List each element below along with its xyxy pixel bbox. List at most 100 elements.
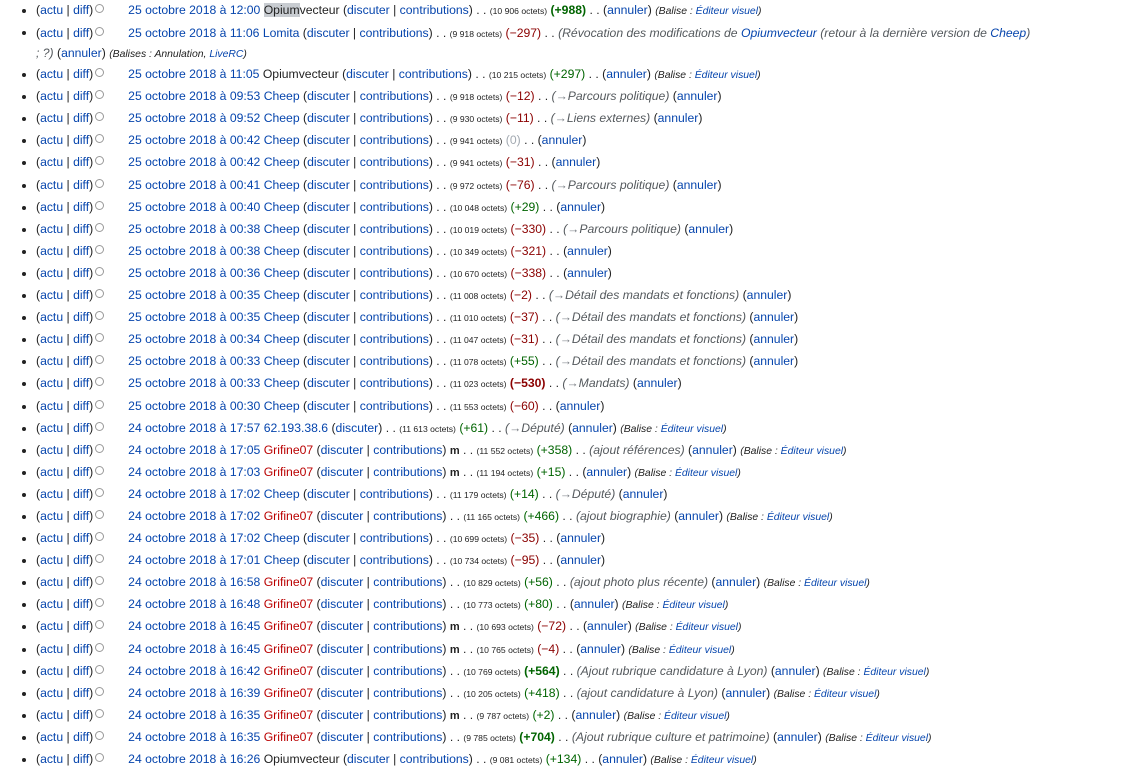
compare-radio[interactable] <box>95 399 105 409</box>
talk-link[interactable]: discuter <box>307 553 350 567</box>
undo-link[interactable]: annuler <box>606 67 647 81</box>
diff-link[interactable]: diff <box>73 155 89 169</box>
tag-liverc-link[interactable]: LiveRC <box>209 49 243 60</box>
revision-date-link[interactable]: 25 octobre 2018 à 00:35 <box>128 309 260 326</box>
revision-date-link[interactable]: 24 octobre 2018 à 16:58 <box>128 574 260 591</box>
revision-date-link[interactable]: 25 octobre 2018 à 00:34 <box>128 331 260 348</box>
user-link[interactable]: Grifine07 <box>264 465 313 479</box>
compare-radio[interactable] <box>95 708 105 718</box>
compare-radio[interactable] <box>95 509 105 519</box>
revision-date-link[interactable]: 25 octobre 2018 à 00:41 <box>128 177 260 194</box>
user-link[interactable]: Grifine07 <box>264 708 313 722</box>
compare-radio[interactable] <box>95 620 105 630</box>
talk-link[interactable]: discuter <box>307 376 350 390</box>
talk-link[interactable]: discuter <box>307 332 350 346</box>
compare-radio[interactable] <box>95 266 105 276</box>
compare-radio[interactable] <box>95 333 105 343</box>
contributions-link[interactable]: contributions <box>360 553 429 567</box>
contributions-link[interactable]: contributions <box>373 686 442 700</box>
actu-link[interactable]: actu <box>40 421 63 435</box>
compare-radio[interactable] <box>95 753 105 762</box>
compare-radio[interactable] <box>95 311 105 321</box>
actu-link[interactable]: actu <box>40 642 63 656</box>
talk-link[interactable]: discuter <box>307 288 350 302</box>
actu-link[interactable]: actu <box>40 244 63 258</box>
tag-visual-editor-link[interactable]: Éditeur visuel <box>695 70 757 81</box>
contributions-link[interactable]: contributions <box>360 244 429 258</box>
actu-link[interactable]: actu <box>40 178 63 192</box>
talk-link[interactable]: discuter <box>307 26 350 40</box>
undo-link[interactable]: annuler <box>572 421 613 435</box>
undo-link[interactable]: annuler <box>542 133 583 147</box>
diff-link[interactable]: diff <box>73 619 89 633</box>
contributions-link[interactable]: contributions <box>373 708 442 722</box>
undo-link[interactable]: annuler <box>61 46 102 60</box>
revision-date-link[interactable]: 25 octobre 2018 à 09:52 <box>128 110 260 127</box>
user-link[interactable]: Grifine07 <box>264 619 313 633</box>
diff-link[interactable]: diff <box>73 67 89 81</box>
actu-link[interactable]: actu <box>40 708 63 722</box>
compare-radio[interactable] <box>95 532 105 542</box>
compare-radio[interactable] <box>95 355 105 365</box>
undo-link[interactable]: annuler <box>775 664 816 678</box>
undo-link[interactable]: annuler <box>688 222 729 236</box>
undo-link[interactable]: annuler <box>677 89 718 103</box>
section-arrow-link[interactable]: → <box>560 354 572 368</box>
actu-link[interactable]: actu <box>40 443 63 457</box>
contributions-link[interactable]: contributions <box>373 465 442 479</box>
diff-link[interactable]: diff <box>73 553 89 567</box>
diff-link[interactable]: diff <box>73 597 89 611</box>
user-link[interactable]: Cheep <box>264 266 300 280</box>
revision-date-link[interactable]: 25 octobre 2018 à 00:42 <box>128 132 260 149</box>
compare-radio[interactable] <box>95 244 105 254</box>
section-arrow-link[interactable]: → <box>555 111 567 125</box>
contributions-link[interactable]: contributions <box>360 332 429 346</box>
revision-date-link[interactable]: 25 octobre 2018 à 11:05 <box>128 66 259 83</box>
revision-date-link[interactable]: 24 octobre 2018 à 16:35 <box>128 707 260 724</box>
actu-link[interactable]: actu <box>40 310 63 324</box>
revision-date-link[interactable]: 25 octobre 2018 à 00:33 <box>128 353 260 370</box>
compare-radio[interactable] <box>95 27 105 37</box>
diff-link[interactable]: diff <box>73 310 89 324</box>
revision-date-link[interactable]: 24 octobre 2018 à 16:39 <box>128 685 260 702</box>
revision-date-link[interactable]: 25 octobre 2018 à 12:00 <box>128 2 260 19</box>
actu-link[interactable]: actu <box>40 752 63 766</box>
undo-link[interactable]: annuler <box>567 266 608 280</box>
diff-link[interactable]: diff <box>73 178 89 192</box>
talk-link[interactable]: discuter <box>321 642 364 656</box>
talk-link[interactable]: discuter <box>321 686 364 700</box>
talk-link[interactable]: discuter <box>307 133 350 147</box>
diff-link[interactable]: diff <box>73 332 89 346</box>
undo-link[interactable]: annuler <box>607 3 648 17</box>
revision-date-link[interactable]: 24 octobre 2018 à 17:02 <box>128 508 260 525</box>
undo-link[interactable]: annuler <box>678 509 719 523</box>
compare-radio[interactable] <box>95 178 105 188</box>
user-link[interactable]: Cheep <box>264 553 300 567</box>
user-link[interactable]: Grifine07 <box>264 597 313 611</box>
compare-radio[interactable] <box>95 642 105 652</box>
revision-date-link[interactable]: 25 octobre 2018 à 00:38 <box>128 243 260 260</box>
talk-link[interactable]: discuter <box>347 3 390 17</box>
compare-radio[interactable] <box>95 686 105 696</box>
user-link[interactable]: Cheep <box>264 531 300 545</box>
revision-date-link[interactable]: 24 octobre 2018 à 17:03 <box>128 464 260 481</box>
section-arrow-link[interactable]: → <box>553 288 565 302</box>
tag-visual-editor-link[interactable]: Éditeur visuel <box>804 578 866 589</box>
user-link[interactable]: Grifine07 <box>264 642 313 656</box>
contributions-link[interactable]: contributions <box>373 730 442 744</box>
contributions-link[interactable]: contributions <box>360 178 429 192</box>
undo-link[interactable]: annuler <box>580 642 621 656</box>
user-link[interactable]: Opiumvecteur <box>263 67 339 81</box>
diff-link[interactable]: diff <box>73 509 89 523</box>
revision-date-link[interactable]: 24 octobre 2018 à 17:57 <box>128 420 260 437</box>
talk-link[interactable]: discuter <box>307 244 350 258</box>
revision-date-link[interactable]: 24 octobre 2018 à 17:02 <box>128 530 260 547</box>
actu-link[interactable]: actu <box>40 487 63 501</box>
revision-date-link[interactable]: 25 octobre 2018 à 00:38 <box>128 221 260 238</box>
summary-user-link[interactable]: Cheep <box>990 26 1026 40</box>
revision-date-link[interactable]: 24 octobre 2018 à 16:35 <box>128 729 260 746</box>
undo-link[interactable]: annuler <box>747 288 788 302</box>
user-link[interactable]: Cheep <box>264 178 300 192</box>
actu-link[interactable]: actu <box>40 730 63 744</box>
revision-date-link[interactable]: 25 octobre 2018 à 00:42 <box>128 154 260 171</box>
